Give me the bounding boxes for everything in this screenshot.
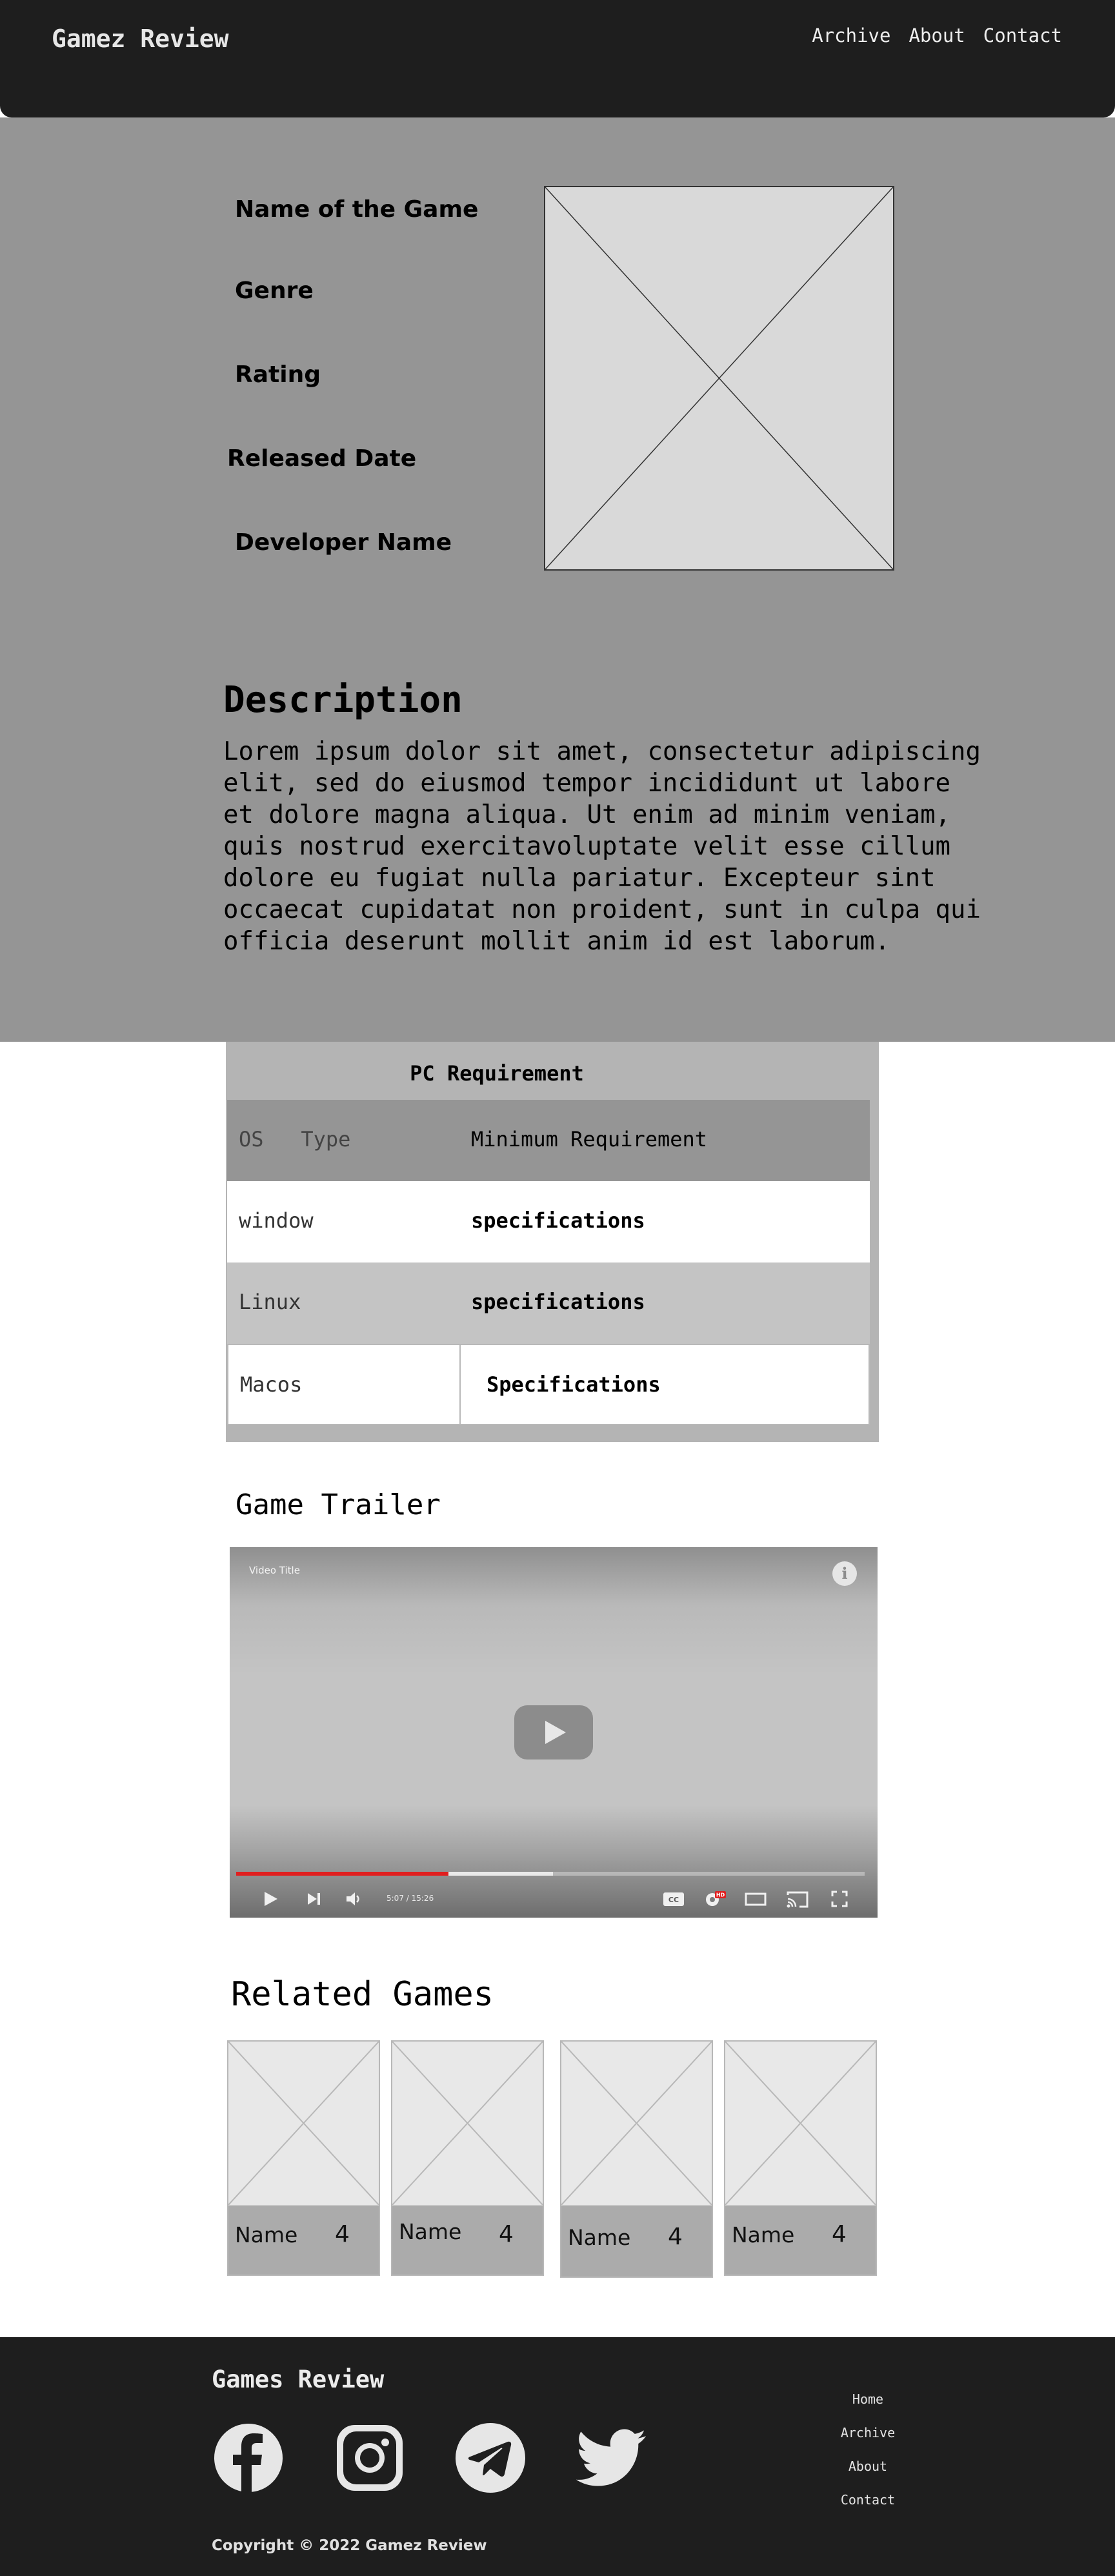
facebook-icon[interactable] bbox=[213, 2422, 284, 2493]
play-control[interactable] bbox=[261, 1886, 280, 1912]
genre-label: Genre bbox=[235, 278, 314, 304]
spec-cell: specifications bbox=[471, 1290, 645, 1314]
top-nav: Archive About Contact bbox=[812, 25, 1062, 46]
spec-cell: specifications bbox=[471, 1208, 645, 1233]
footer-link-home[interactable]: Home bbox=[807, 2390, 929, 2424]
image-placeholder-icon bbox=[228, 2041, 379, 2206]
game-score: 4 bbox=[499, 2221, 514, 2247]
svg-text:HD: HD bbox=[716, 1892, 725, 1898]
cell-divider bbox=[459, 1345, 461, 1424]
skip-next-icon bbox=[308, 1893, 320, 1905]
developer-name-label: Developer Name bbox=[235, 529, 452, 556]
twitter-icon[interactable] bbox=[576, 2422, 647, 2493]
pc-requirement-title: PC Requirement bbox=[410, 1061, 584, 1086]
table-header-row: OS Type Minimum Requirement bbox=[227, 1100, 870, 1181]
image-placeholder-icon bbox=[725, 2041, 876, 2206]
description-body: Lorem ipsum dolor sit amet, consectetur … bbox=[223, 737, 981, 956]
image-placeholder-icon bbox=[561, 2041, 712, 2206]
captions-control[interactable]: CC bbox=[662, 1886, 685, 1912]
settings-gear-icon: HD bbox=[706, 1891, 726, 1906]
video-player[interactable]: Video Title i 5:07 / 15:26 CC HD bbox=[230, 1547, 878, 1918]
progress-bar[interactable] bbox=[236, 1872, 448, 1876]
game-name: Name bbox=[568, 2225, 631, 2250]
image-placeholder-icon bbox=[392, 2041, 543, 2206]
nav-contact[interactable]: Contact bbox=[983, 25, 1062, 46]
related-game-card[interactable]: Name 4 bbox=[724, 2040, 877, 2276]
svg-text:CC: CC bbox=[668, 1896, 679, 1904]
pc-requirement-table: PC Requirement OS Type Minimum Requireme… bbox=[226, 1042, 879, 1442]
game-name-label: Name of the Game bbox=[235, 196, 479, 223]
game-name: Name bbox=[235, 2222, 298, 2247]
table-row: Macos Specifications bbox=[227, 1344, 870, 1425]
play-button-large[interactable] bbox=[514, 1705, 593, 1760]
description-title: Description bbox=[223, 679, 463, 721]
game-name: Name bbox=[399, 2219, 462, 2244]
game-thumbnail bbox=[725, 2041, 876, 2206]
game-thumbnail bbox=[392, 2041, 543, 2206]
volume-icon bbox=[347, 1892, 359, 1905]
footer-link-about[interactable]: About bbox=[807, 2457, 929, 2491]
footer-link-archive[interactable]: Archive bbox=[807, 2424, 929, 2457]
game-name: Name bbox=[732, 2222, 795, 2247]
video-title: Video Title bbox=[249, 1565, 300, 1576]
game-score: 4 bbox=[832, 2221, 847, 2247]
footer-link-contact[interactable]: Contact bbox=[807, 2491, 929, 2524]
image-placeholder-icon bbox=[545, 187, 894, 570]
fullscreen-icon bbox=[831, 1891, 848, 1907]
nav-about[interactable]: About bbox=[909, 25, 965, 46]
min-requirement-header: Minimum Requirement bbox=[471, 1127, 708, 1151]
play-icon bbox=[265, 1892, 277, 1906]
theater-mode-icon bbox=[745, 1892, 767, 1906]
copyright-text: Copyright © 2022 Gamez Review bbox=[212, 2537, 487, 2554]
footer-links: Home Archive About Contact bbox=[807, 2390, 929, 2524]
site-footer: Games Review Home Archive About Contact … bbox=[0, 2337, 1115, 2576]
spec-cell: Specifications bbox=[487, 1372, 661, 1397]
table-row: window specifications bbox=[227, 1181, 870, 1263]
theater-control[interactable] bbox=[744, 1886, 767, 1912]
os-cell: Linux bbox=[239, 1290, 301, 1314]
telegram-icon[interactable] bbox=[455, 2422, 526, 2493]
game-info-section: Name of the Game Genre Rating Released D… bbox=[0, 117, 1115, 1042]
cast-control[interactable] bbox=[785, 1886, 810, 1912]
os-type-header: OS Type bbox=[239, 1127, 351, 1151]
volume-control[interactable] bbox=[345, 1886, 364, 1912]
game-thumbnail bbox=[561, 2041, 712, 2206]
site-brand[interactable]: Gamez Review bbox=[52, 25, 229, 53]
footer-title: Games Review bbox=[212, 2366, 385, 2393]
fullscreen-control[interactable] bbox=[830, 1886, 849, 1912]
game-score: 4 bbox=[335, 2221, 350, 2247]
released-date-label: Released Date bbox=[227, 445, 417, 472]
game-score: 4 bbox=[668, 2224, 683, 2250]
next-control[interactable] bbox=[305, 1886, 324, 1912]
video-time: 5:07 / 15:26 bbox=[387, 1894, 434, 1903]
os-cell: Macos bbox=[240, 1372, 303, 1397]
related-games-title: Related Games bbox=[231, 1975, 494, 2014]
cast-icon bbox=[787, 1891, 809, 1908]
game-trailer-title: Game Trailer bbox=[236, 1488, 441, 1521]
game-cover-image bbox=[544, 186, 894, 571]
captions-icon: CC bbox=[663, 1892, 684, 1906]
rating-label: Rating bbox=[235, 361, 321, 388]
related-game-card[interactable]: Name 4 bbox=[227, 2040, 380, 2276]
nav-archive[interactable]: Archive bbox=[812, 25, 890, 46]
related-game-card[interactable]: Name 4 bbox=[560, 2040, 713, 2278]
site-header: Gamez Review Archive About Contact bbox=[0, 0, 1115, 117]
related-game-card[interactable]: Name 4 bbox=[391, 2040, 544, 2276]
info-icon[interactable]: i bbox=[832, 1561, 857, 1586]
table-row: Linux specifications bbox=[227, 1263, 870, 1344]
os-cell: window bbox=[239, 1208, 314, 1233]
play-icon bbox=[545, 1721, 566, 1744]
settings-control[interactable]: HD bbox=[703, 1886, 727, 1912]
game-thumbnail bbox=[228, 2041, 379, 2206]
instagram-icon[interactable] bbox=[334, 2422, 405, 2493]
